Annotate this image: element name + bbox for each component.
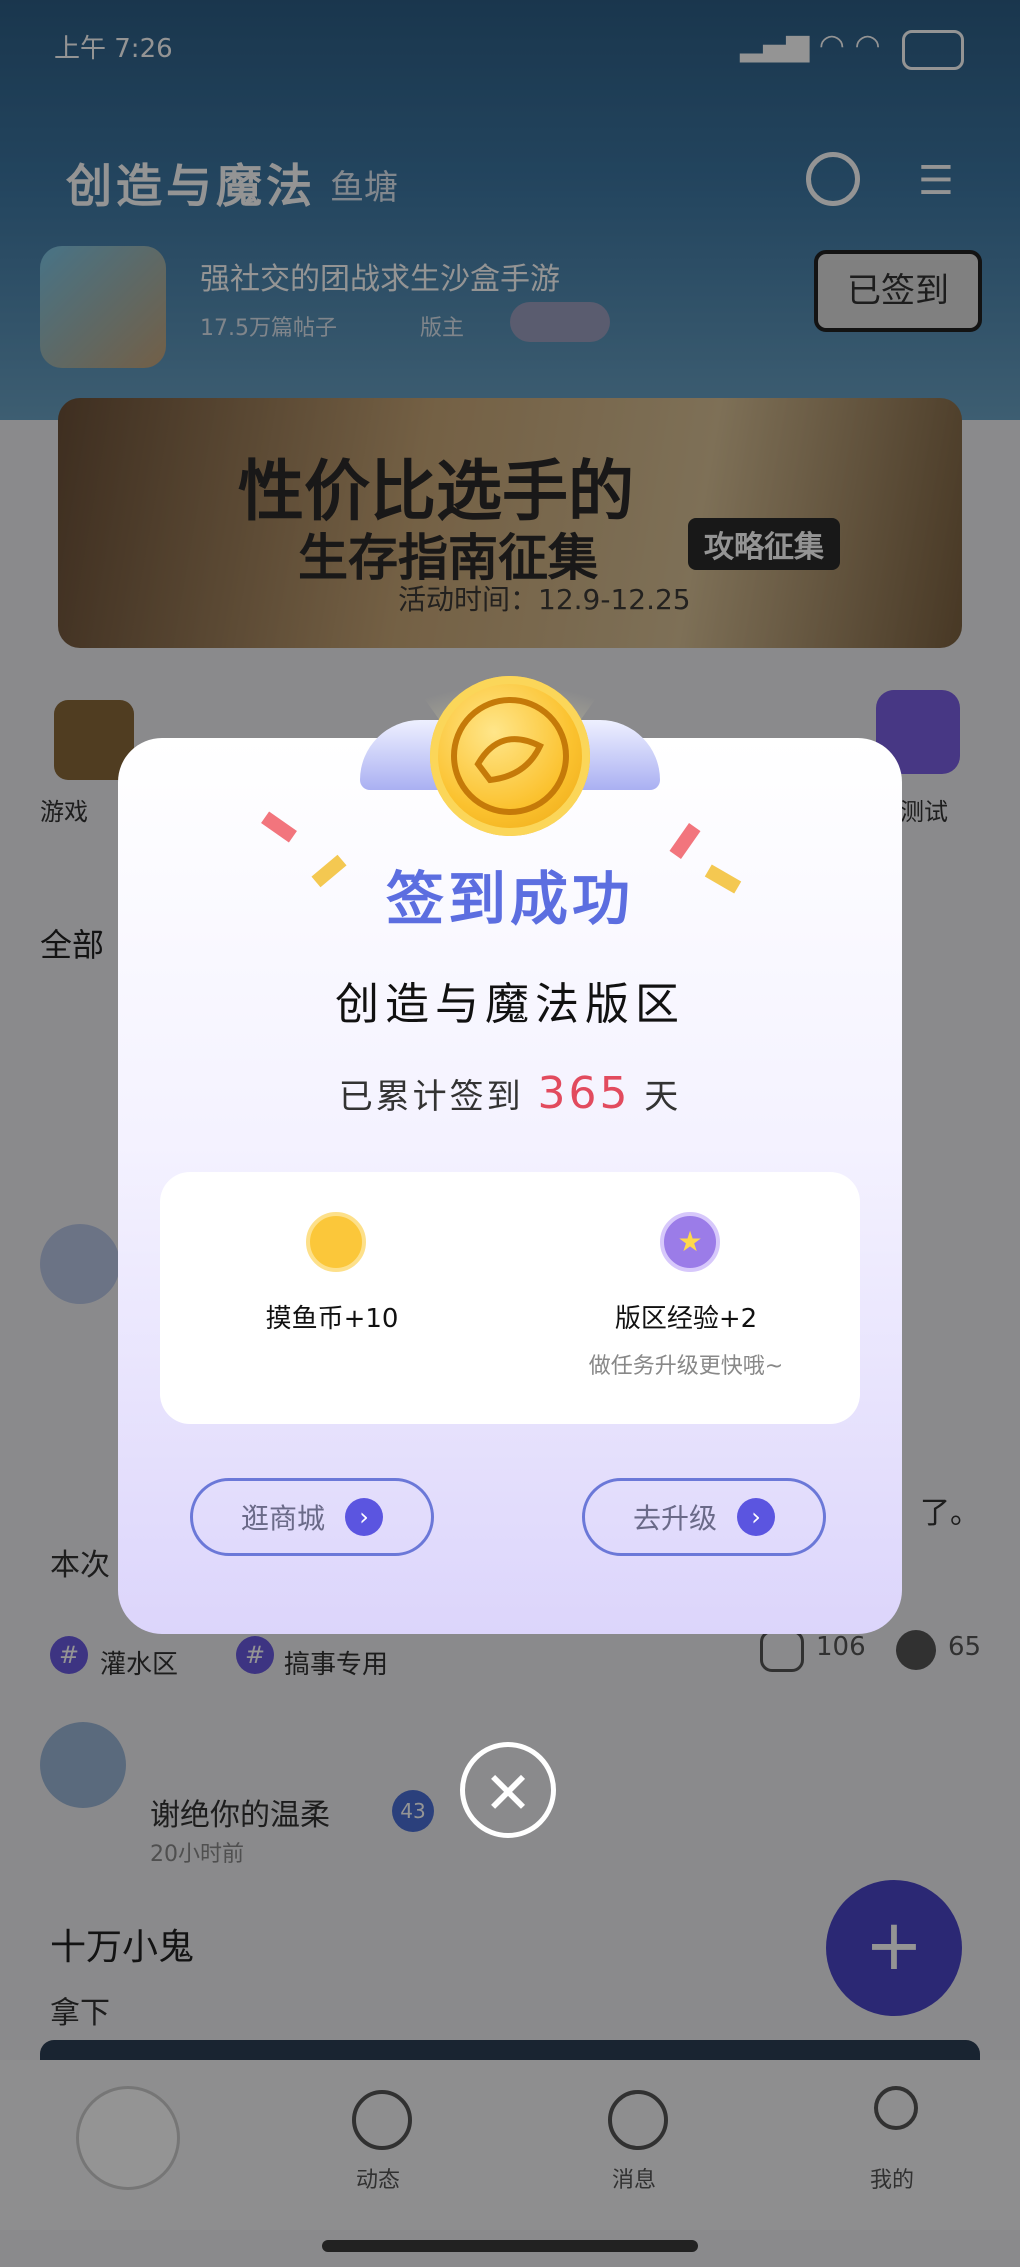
shop-button-label: 逛商城 xyxy=(240,1502,325,1535)
upgrade-button-label: 去升级 xyxy=(632,1502,717,1535)
close-icon[interactable]: ✕ xyxy=(460,1742,556,1838)
days-suffix: 天 xyxy=(644,1077,682,1117)
checkin-days: 已累计签到 365 天 xyxy=(118,1068,902,1119)
chevron-right-icon: › xyxy=(345,1498,383,1536)
home-indicator[interactable] xyxy=(322,2240,698,2252)
days-prefix: 已累计签到 xyxy=(338,1077,524,1117)
reward-exp: 版区经验+2 xyxy=(614,1304,758,1334)
zone-name: 创造与魔法版区 xyxy=(335,979,685,1030)
days-count: 365 xyxy=(537,1068,631,1119)
fish-coin-icon xyxy=(430,676,590,836)
modal-title: 签到成功 xyxy=(385,865,634,933)
reward-tip: 做任务升级更快哦~ xyxy=(588,1354,784,1379)
fish-coin-icon xyxy=(306,1212,366,1272)
chevron-right-icon: › xyxy=(737,1498,775,1536)
reward-coins: 摸鱼币+10 xyxy=(265,1304,399,1334)
star-badge-icon: ★ xyxy=(660,1212,720,1272)
shop-button[interactable]: 逛商城 › xyxy=(190,1478,434,1556)
upgrade-button[interactable]: 去升级 › xyxy=(582,1478,826,1556)
